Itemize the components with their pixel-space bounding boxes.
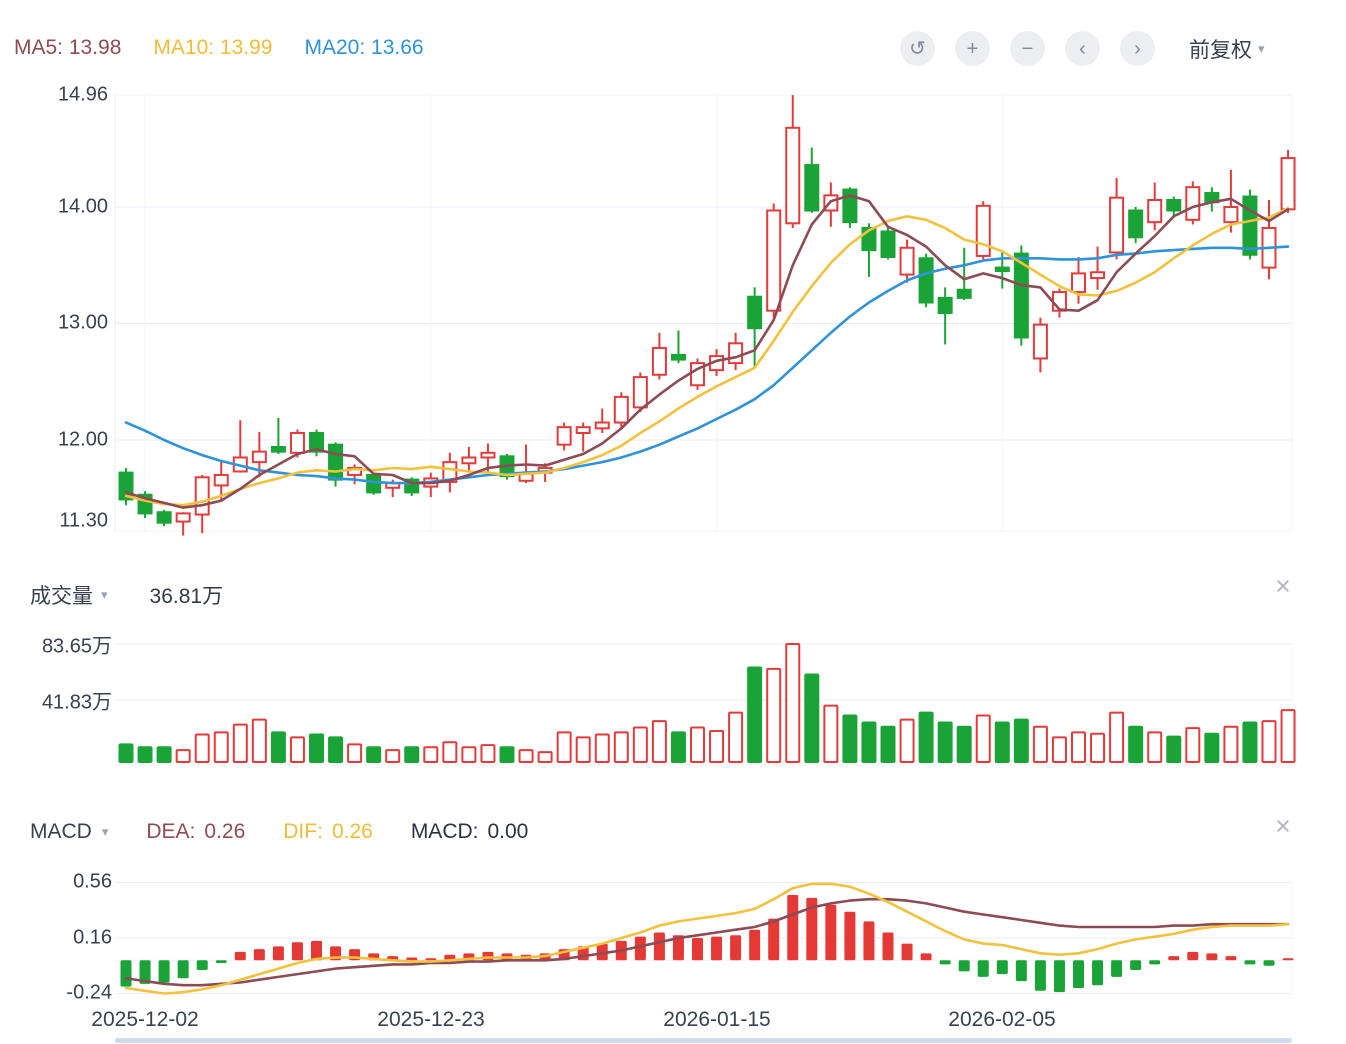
ma20-legend: MA20: 13.66 xyxy=(305,36,424,60)
pan-left-button[interactable]: ‹ xyxy=(1065,31,1100,66)
zoom-out-button[interactable]: − xyxy=(1010,31,1045,66)
macd-panel-header: MACD ▾ DEA: 0.26 DIF: 0.26 MACD: 0.00 xyxy=(30,820,528,844)
dif-value: 0.26 xyxy=(332,820,373,844)
plus-icon: + xyxy=(967,39,979,59)
undo-icon: ↺ xyxy=(909,39,926,59)
volume-tick: 41.83万 xyxy=(0,686,112,715)
date-tick: 2025-12-02 xyxy=(91,1008,198,1032)
chart-canvas[interactable] xyxy=(0,0,1346,1044)
volume-current-value: 36.81万 xyxy=(150,580,224,610)
date-tick: 2026-01-15 xyxy=(663,1008,770,1032)
chevron-down-icon[interactable]: ▾ xyxy=(102,824,109,840)
macd-value-label: MACD: xyxy=(411,820,479,844)
price-tick: 14.96 xyxy=(0,84,108,107)
price-tick: 13.00 xyxy=(0,312,108,335)
adjust-type-dropdown[interactable]: 前复权 ▾ xyxy=(1189,34,1265,64)
dea-label: DEA: xyxy=(146,820,195,844)
chevron-down-icon: ▾ xyxy=(1258,41,1265,57)
dea-value: 0.26 xyxy=(204,820,245,844)
volume-title[interactable]: 成交量 xyxy=(30,580,93,610)
macd-value: 0.00 xyxy=(487,820,528,844)
price-tick: 14.00 xyxy=(0,196,108,219)
date-tick: 2026-02-05 xyxy=(948,1008,1055,1032)
macd-title[interactable]: MACD xyxy=(30,820,92,844)
pan-right-button[interactable]: › xyxy=(1120,31,1155,66)
price-tick: 11.30 xyxy=(0,510,108,533)
volume-tick: 83.65万 xyxy=(0,630,112,659)
volume-close-icon[interactable]: × xyxy=(1268,572,1298,602)
chevron-right-icon: › xyxy=(1134,39,1141,59)
kline-chart-app: MA5: 13.98 MA10: 13.99 MA20: 13.66 ↺ + −… xyxy=(0,0,1346,1044)
zoom-in-button[interactable]: + xyxy=(955,31,990,66)
price-tick: 12.00 xyxy=(0,429,108,452)
macd-close-icon[interactable]: × xyxy=(1268,812,1298,842)
chart-toolbar: ↺ + − ‹ › 前复权 ▾ xyxy=(900,31,1265,66)
chevron-left-icon: ‹ xyxy=(1079,39,1086,59)
minus-icon: − xyxy=(1022,39,1034,59)
ma5-legend: MA5: 13.98 xyxy=(14,36,121,60)
scrollbar[interactable] xyxy=(115,1038,1292,1043)
macd-tick: -0.24 xyxy=(0,982,112,1005)
ma-legend: MA5: 13.98 MA10: 13.99 MA20: 13.66 xyxy=(14,36,424,60)
macd-tick: 0.56 xyxy=(0,871,112,894)
macd-tick: 0.16 xyxy=(0,927,112,950)
adjust-type-label: 前复权 xyxy=(1189,34,1252,64)
date-tick: 2025-12-23 xyxy=(377,1008,484,1032)
undo-button[interactable]: ↺ xyxy=(900,31,935,66)
ma10-legend: MA10: 13.99 xyxy=(153,36,272,60)
dif-label: DIF: xyxy=(283,820,323,844)
volume-panel-header: 成交量 ▾ 36.81万 xyxy=(30,580,223,610)
chevron-down-icon[interactable]: ▾ xyxy=(101,587,108,603)
